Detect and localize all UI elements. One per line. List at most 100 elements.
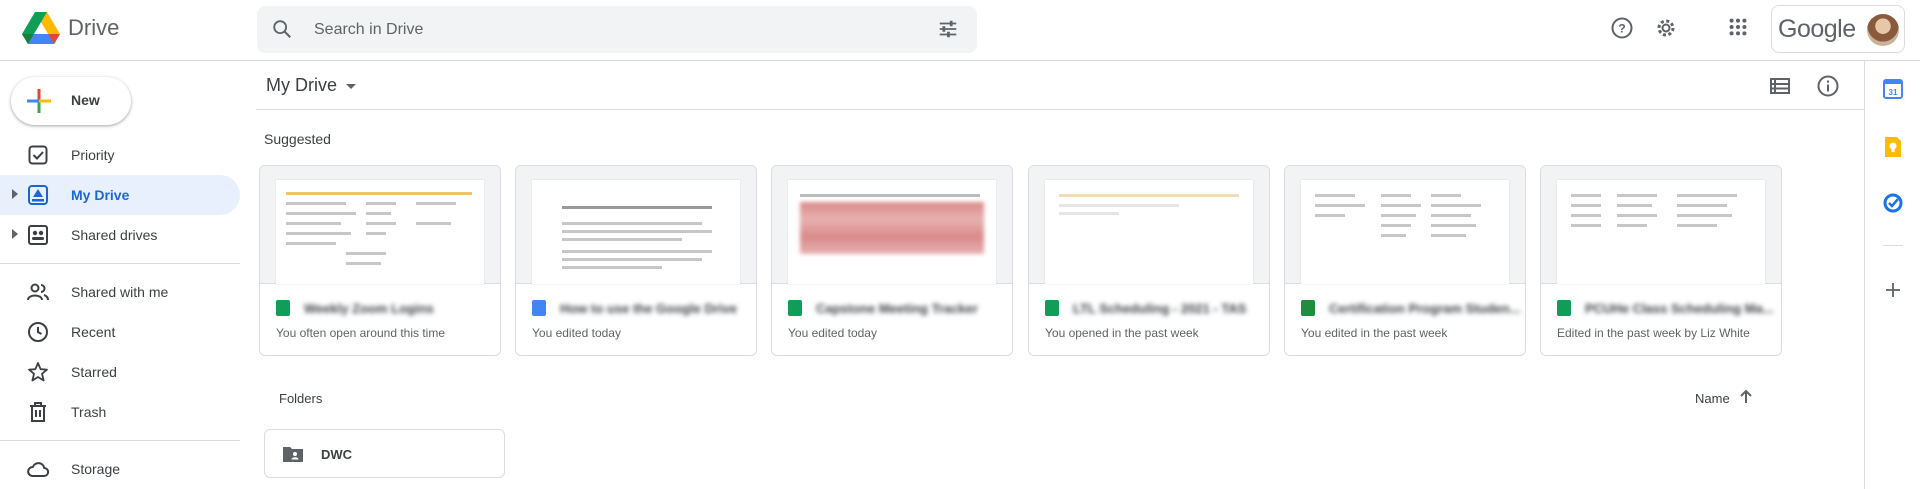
sheets-file-icon [1045,300,1059,316]
folder-name: DWC [321,447,353,462]
sheets-file-icon [276,300,290,316]
folders-heading: Folders [279,391,323,406]
main-content: My Drive Suggested Weekly Zoom Logins Yo… [256,61,1864,489]
tasks-icon[interactable] [1883,193,1903,213]
people-icon [27,283,49,301]
sidebar-item-label: Starred [71,364,117,380]
side-panel-rail: 31 [1864,61,1920,489]
page-title[interactable]: My Drive [266,75,337,96]
suggested-heading: Suggested [264,131,331,147]
rail-divider [1883,245,1903,246]
suggested-file-card[interactable]: Certification Program Studen... You edit… [1284,165,1526,356]
top-bar: Drive Search in Drive ? Google [0,0,1920,61]
sidebar-item-my-drive[interactable]: My Drive [0,175,240,215]
my-drive-icon [28,185,48,205]
file-name: LTL Scheduling - 2021 - TAS [1073,301,1247,316]
sort-by-name-button[interactable]: Name [1695,391,1730,406]
docs-file-icon [532,300,546,316]
shared-folder-icon [283,447,303,462]
file-name: PCUHe Class Scheduling Ma... [1585,301,1774,316]
thumbnail-preview [1557,180,1765,284]
sidebar-item-label: My Drive [71,187,130,203]
file-reason: Edited in the past week by Liz White [1557,326,1750,340]
file-thumbnail [260,166,500,284]
search-input[interactable]: Search in Drive [314,21,423,39]
search-icon[interactable] [271,18,293,40]
suggested-file-card[interactable]: Capstone Meeting Tracker You edited toda… [771,165,1013,356]
sidebar-item-label: Storage [71,461,121,477]
search-options-icon[interactable] [937,18,959,40]
file-reason: You edited today [532,326,621,340]
thumbnail-preview [1045,180,1253,284]
file-thumbnail [516,166,756,284]
sidebar-item-label: Trash [71,404,107,420]
file-thumbnail [1029,166,1269,284]
avatar[interactable] [1867,14,1899,46]
file-reason: You opened in the past week [1045,326,1199,340]
sidebar-item-label: Shared drives [71,227,158,243]
search-bar[interactable]: Search in Drive [257,6,977,53]
sidebar-divider [0,263,240,264]
thumbnail-preview [788,180,996,284]
sidebar-divider [0,440,240,441]
sidebar-item-label: Shared with me [71,284,169,300]
chevron-down-icon[interactable] [346,84,356,89]
info-icon[interactable] [1816,74,1840,98]
suggested-file-card[interactable]: PCUHe Class Scheduling Ma... Edited in t… [1540,165,1782,356]
thumbnail-preview [1301,180,1509,284]
new-button-label: New [71,92,100,108]
suggested-file-card[interactable]: LTL Scheduling - 2021 - TAS You opened i… [1028,165,1270,356]
svg-text:31: 31 [1889,88,1898,97]
folder-item[interactable]: DWC [264,429,505,478]
keep-icon[interactable] [1883,136,1903,158]
cloud-icon [27,462,50,477]
excel-file-icon [1301,300,1315,316]
sidebar-item-shared-drives[interactable]: Shared drives [0,215,240,255]
file-reason: You edited today [788,326,877,340]
sidebar-item-label: Recent [71,324,116,340]
add-addon-plus-icon[interactable] [1883,280,1903,300]
list-view-icon[interactable] [1769,76,1791,96]
sidebar-item-priority[interactable]: Priority [0,135,240,175]
priority-check-icon [28,145,48,165]
help-icon[interactable]: ? [1610,16,1634,40]
sidebar-item-storage[interactable]: Storage [0,449,240,489]
sidebar-item-recent[interactable]: Recent [0,312,240,352]
file-name: Certification Program Studen... [1329,301,1521,316]
file-thumbnail [772,166,1012,284]
expand-caret-icon[interactable] [12,189,18,199]
file-name: Weekly Zoom Logins [304,301,434,316]
sidebar-item-trash[interactable]: Trash [0,392,240,432]
thumbnail-preview [532,180,740,284]
shared-drives-icon [28,225,48,245]
file-thumbnail [1541,166,1781,284]
main-header: My Drive [256,61,1864,110]
suggested-file-card[interactable]: Weekly Zoom Logins You often open around… [259,165,501,356]
apps-grid-icon[interactable] [1727,16,1749,38]
plus-icon [27,89,51,113]
google-wordmark: Google [1778,15,1856,43]
file-name: Capstone Meeting Tracker [816,301,978,316]
clock-icon [28,322,48,342]
app-name[interactable]: Drive [68,15,119,41]
expand-caret-icon[interactable] [12,229,18,239]
trash-icon [30,402,46,422]
drive-logo-icon[interactable] [22,12,60,46]
file-thumbnail [1285,166,1525,284]
file-reason: You often open around this time [276,326,446,340]
thumbnail-preview [276,180,484,284]
svg-text:?: ? [1618,22,1625,36]
calendar-icon[interactable]: 31 [1883,79,1903,99]
sidebar-item-shared-with-me[interactable]: Shared with me [0,272,240,312]
new-button[interactable]: New [11,77,131,125]
account-button[interactable]: Google [1771,5,1905,53]
star-icon [28,362,48,382]
sheets-file-icon [788,300,802,316]
sheets-file-icon [1557,300,1571,316]
sidebar-item-label: Priority [71,147,115,163]
file-name: How to use the Google Drive [560,301,737,316]
sidebar-item-starred[interactable]: Starred [0,352,240,392]
settings-gear-icon[interactable] [1654,16,1678,40]
suggested-file-card[interactable]: How to use the Google Drive You edited t… [515,165,757,356]
arrow-up-icon[interactable] [1737,388,1755,406]
